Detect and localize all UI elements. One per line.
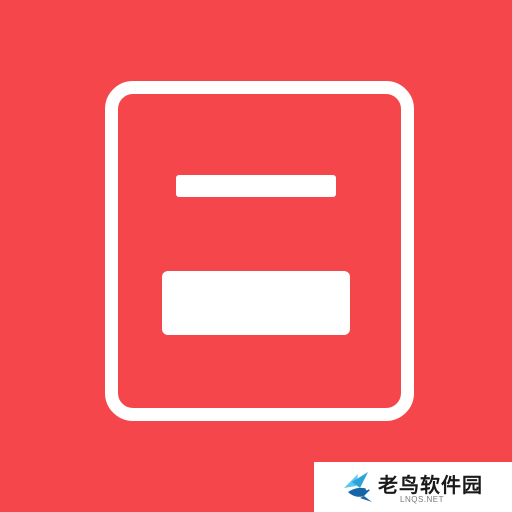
document-outline-icon — [105, 81, 414, 421]
bird-logo-icon — [344, 472, 372, 502]
watermark: 老鸟软件园 LNQS.NET — [314, 462, 512, 512]
title-line-shape — [176, 175, 336, 197]
watermark-name: 老鸟软件园 — [378, 473, 483, 497]
input-box-shape — [162, 271, 350, 335]
app-icon — [0, 0, 512, 512]
watermark-domain: LNQS.NET — [400, 495, 445, 504]
